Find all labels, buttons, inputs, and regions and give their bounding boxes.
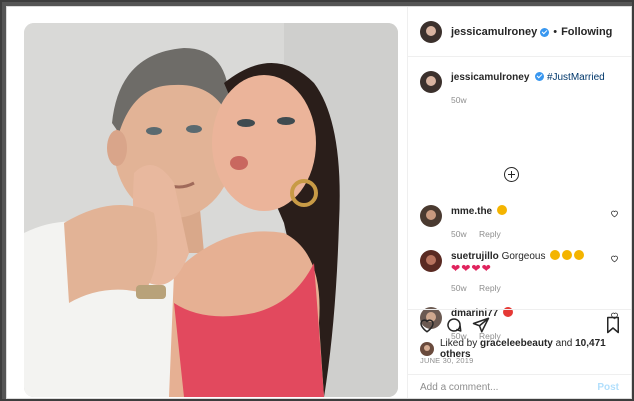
comment-bubble-icon[interactable]: [445, 316, 463, 334]
like-heart-icon[interactable]: [418, 316, 436, 334]
following-button[interactable]: Following: [561, 26, 612, 38]
liked-by-prefix: Liked by: [440, 338, 478, 349]
comment-hearts: ❤❤❤❤: [451, 263, 492, 275]
add-comment-bar: Post: [408, 374, 631, 400]
share-send-icon[interactable]: [472, 316, 490, 334]
post-modal: jessicamulroney • Following jessicamulro…: [6, 6, 632, 399]
details-panel: jessicamulroney • Following jessicamulro…: [408, 7, 631, 398]
comment-text: Gorgeous: [501, 251, 546, 262]
comment-age: 50w: [451, 229, 467, 239]
comment-avatar[interactable]: [420, 205, 442, 241]
post-header: jessicamulroney • Following: [408, 7, 631, 57]
comment-meta: 50w Reply: [451, 228, 619, 241]
liked-by-user[interactable]: graceleebeauty: [480, 338, 553, 349]
caption-avatar[interactable]: [420, 71, 442, 107]
reply-button[interactable]: Reply: [479, 229, 501, 239]
comment-item: mme.the 50w Reply: [420, 205, 619, 241]
post-date[interactable]: JUNE 30, 2019: [420, 356, 473, 365]
post-actions: Liked by graceleebeauty and 10,471 other…: [408, 309, 631, 399]
save-bookmark-icon[interactable]: [605, 316, 621, 334]
window-frame: jessicamulroney • Following jessicamulro…: [0, 0, 634, 401]
caption-verified-icon: [535, 72, 545, 81]
post-comment-button[interactable]: Post: [597, 382, 619, 393]
media-panel: [7, 7, 408, 398]
caption-hashtag[interactable]: #JustMarried: [547, 72, 605, 83]
caption-meta: 50w: [451, 94, 605, 107]
load-more-comments-icon[interactable]: [504, 167, 519, 182]
post-photo[interactable]: [24, 23, 398, 397]
comment-age: 50w: [451, 283, 467, 293]
caption: jessicamulroney #JustMarried 50w: [420, 71, 605, 107]
reply-button[interactable]: Reply: [479, 283, 501, 293]
like-comment-heart-icon[interactable]: [610, 254, 619, 263]
comment-meta: 50w Reply: [451, 282, 619, 295]
caption-username[interactable]: jessicamulroney: [451, 72, 529, 83]
like-comment-heart-icon[interactable]: [610, 209, 619, 218]
emoji-icon: [550, 250, 561, 260]
verified-badge-icon: [540, 28, 550, 37]
comment-item: suetrujillo Gorgeous ❤❤❤❤ 50w Reply: [420, 250, 619, 295]
smiley-emoji-icon: [496, 205, 507, 215]
comment-avatar[interactable]: [420, 250, 442, 295]
couple-photo-image: [24, 23, 398, 397]
caption-age: 50w: [451, 95, 467, 105]
user-avatar[interactable]: [420, 20, 442, 43]
and-text: and: [555, 338, 573, 349]
add-comment-input[interactable]: [420, 382, 598, 393]
action-icons: [418, 316, 490, 334]
emoji-icon: [562, 250, 573, 260]
separator-dot: •: [553, 25, 558, 38]
header-username[interactable]: jessicamulroney: [451, 26, 537, 38]
liker-avatar[interactable]: [420, 342, 434, 356]
comment-username[interactable]: suetrujillo: [451, 251, 499, 262]
comment-username[interactable]: mme.the: [451, 206, 492, 217]
emoji-icon: [574, 250, 585, 260]
